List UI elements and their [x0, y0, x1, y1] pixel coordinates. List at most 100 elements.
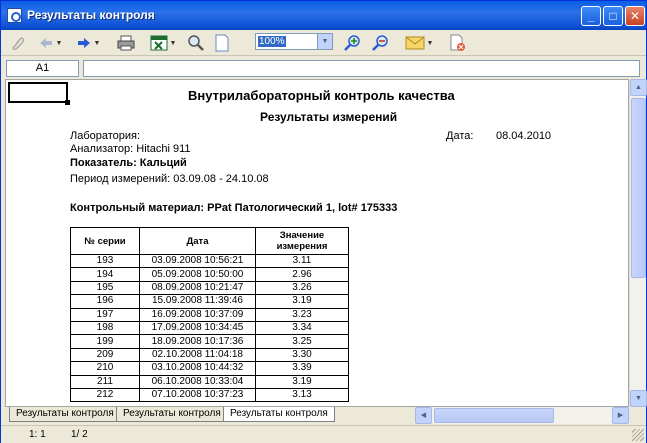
sheet-tab-2[interactable]: Результаты контроля — [116, 407, 228, 422]
export-dropdown-icon: ▼ — [169, 39, 177, 47]
zoom-in-icon — [344, 35, 360, 51]
export-excel-button[interactable]: ▼ — [147, 33, 179, 53]
email-button[interactable]: ▼ — [403, 33, 435, 53]
results-table: № серии Дата Значение измерения 193 03.09… — [70, 227, 349, 403]
indicator-info: Показатель: Кальций — [70, 157, 187, 169]
forward-dropdown-icon: ▼ — [93, 39, 101, 47]
forward-button[interactable]: ▼ — [73, 33, 103, 53]
sheet-tab-1[interactable]: Результаты контроля — [9, 407, 121, 422]
value-cell: 3.19 — [255, 374, 349, 389]
value-cell: 3.11 — [255, 253, 349, 269]
value-cell: 3.39 — [255, 361, 349, 376]
table-row: 209 02.10.2008 11:04:18 3.30 — [70, 347, 349, 363]
close-report-button[interactable] — [447, 33, 469, 53]
date-cell: 15.09.2008 11:39:46 — [139, 294, 256, 309]
horizontal-scrollbar[interactable]: ◀ ▶ — [415, 407, 629, 424]
scroll-down-button[interactable]: ▼ — [630, 390, 647, 407]
series-cell: 210 — [70, 361, 140, 376]
date-cell: 05.09.2008 10:50:00 — [139, 267, 256, 282]
back-dropdown-icon: ▼ — [55, 39, 63, 47]
report-sheet[interactable]: Внутрилабораторный контроль качества Рез… — [5, 79, 629, 407]
date-cell: 08.09.2008 10:21:47 — [139, 280, 256, 296]
value-cell: 3.25 — [255, 334, 349, 349]
sheet-tabs: Результаты контроля Результаты контроля … — [5, 407, 415, 423]
date-cell: 02.10.2008 11:04:18 — [139, 347, 256, 363]
resize-grip-icon[interactable] — [632, 429, 644, 441]
value-cell: 3.26 — [255, 280, 349, 296]
arrow-left-icon — [39, 38, 52, 48]
scroll-right-button[interactable]: ▶ — [612, 407, 629, 424]
report-subtitle: Результаты измерений — [260, 110, 398, 124]
date-cell: 17.09.2008 10:34:45 — [139, 320, 256, 336]
print-button[interactable] — [115, 33, 137, 53]
table-row: 197 16.09.2008 10:37:09 3.23 — [70, 307, 349, 322]
series-cell: 196 — [70, 294, 140, 309]
close-document-icon — [450, 34, 465, 51]
series-cell: 194 — [70, 267, 140, 282]
series-cell: 195 — [70, 280, 140, 296]
value-cell: 3.23 — [255, 307, 349, 322]
magnifier-icon — [188, 35, 204, 51]
vertical-scrollbar[interactable]: ▲ ▼ — [629, 79, 647, 407]
close-button[interactable]: ✕ — [625, 6, 645, 26]
status-pages: 1/ 2 — [71, 429, 88, 440]
period-info: Период измерений: 03.09.08 - 24.10.08 — [70, 173, 269, 185]
date-cell: 18.09.2008 10:17:36 — [139, 334, 256, 349]
minimize-button[interactable]: _ — [581, 6, 601, 26]
vertical-scroll-thumb[interactable] — [631, 98, 646, 278]
envelope-icon — [405, 36, 425, 50]
zoom-value: 100% — [258, 36, 286, 47]
formula-input[interactable] — [83, 60, 640, 77]
maximize-button[interactable]: □ — [603, 6, 623, 26]
arrow-right-icon — [77, 38, 90, 48]
value-cell: 3.13 — [255, 387, 349, 403]
table-row: 210 03.10.2008 10:44:32 3.39 — [70, 361, 349, 376]
sheet-tab-3[interactable]: Результаты контроля — [223, 407, 335, 422]
table-row: 199 18.09.2008 10:17:36 3.25 — [70, 334, 349, 349]
cell-reference-box[interactable]: A1 — [6, 60, 79, 77]
control-material-info: Контрольный материал: PPat Патологически… — [70, 202, 398, 214]
window-title: Результаты контроля — [27, 8, 155, 22]
date-value: 08.04.2010 — [496, 130, 552, 142]
series-cell: 209 — [70, 347, 140, 363]
selected-cell[interactable] — [8, 82, 70, 105]
find-button[interactable] — [185, 33, 207, 53]
table-row: 212 07.10.2008 10:37:23 3.13 — [70, 387, 349, 403]
series-cell: 211 — [70, 374, 140, 389]
printer-icon — [117, 35, 135, 51]
report-title: Внутрилабораторный контроль качества — [188, 88, 455, 103]
page-view-button[interactable] — [211, 33, 233, 53]
horizontal-scroll-thumb[interactable] — [434, 408, 554, 423]
table-row: 196 15.09.2008 11:39:46 3.19 — [70, 294, 349, 309]
lab-label: Лаборатория: — [70, 130, 141, 142]
date-cell: 07.10.2008 10:37:23 — [139, 387, 256, 403]
column-header-series: № серии — [70, 227, 140, 255]
series-cell: 198 — [70, 320, 140, 336]
back-button[interactable]: ▼ — [35, 33, 65, 53]
value-cell: 3.34 — [255, 320, 349, 336]
table-row: 194 05.09.2008 10:50:00 2.96 — [70, 267, 349, 282]
page-icon — [215, 34, 229, 52]
status-position: 1: 1 — [29, 429, 46, 440]
table-header-row: № серии Дата Значение измерения — [70, 227, 349, 255]
app-icon — [7, 8, 22, 23]
chevron-down-icon[interactable]: ▼ — [317, 34, 332, 49]
scroll-left-button[interactable]: ◀ — [415, 407, 432, 424]
series-cell: 197 — [70, 307, 140, 322]
minimize-icon: _ — [587, 9, 595, 23]
series-cell: 199 — [70, 334, 140, 349]
scroll-up-button[interactable]: ▲ — [630, 79, 647, 96]
table-row: 195 08.09.2008 10:21:47 3.26 — [70, 280, 349, 296]
series-cell: 212 — [70, 387, 140, 403]
close-icon: ✕ — [629, 9, 641, 23]
attach-button[interactable] — [7, 33, 27, 53]
zoom-in-button[interactable] — [341, 33, 365, 53]
table-row: 198 17.09.2008 10:34:45 3.34 — [70, 320, 349, 336]
excel-icon — [150, 35, 168, 51]
email-dropdown-icon: ▼ — [426, 39, 434, 47]
zoom-out-icon — [372, 35, 388, 51]
zoom-select[interactable]: 100% ▼ — [255, 33, 333, 50]
zoom-out-button[interactable] — [369, 33, 393, 53]
title-bar[interactable]: Результаты контроля _ □ ✕ — [1, 1, 646, 30]
status-bar: 1: 1 1/ 2 — [1, 425, 646, 443]
